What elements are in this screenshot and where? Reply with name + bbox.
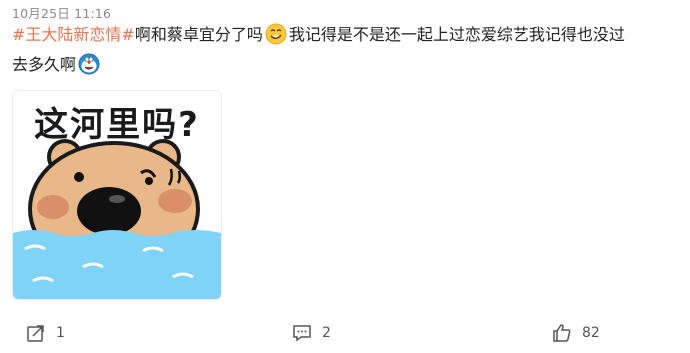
comment-count: 2 [322, 325, 331, 341]
action-bar: 1 2 82 [0, 318, 690, 348]
like-count: 82 [582, 325, 600, 341]
comment-button[interactable]: 2 [292, 318, 331, 348]
post-text: #王大陆新恋情#啊和蔡卓宜分了吗 我记得是不是还一起上过恋爱综艺我记得也没过 去多… [12, 20, 682, 80]
like-button[interactable]: 82 [552, 318, 600, 348]
doraemon-emoji-icon [78, 53, 100, 75]
grinning-smirk-emoji-icon [265, 23, 287, 45]
hashtag-link[interactable]: #王大陆新恋情# [12, 25, 135, 44]
repost-button[interactable]: 1 [26, 318, 65, 348]
comment-icon [292, 323, 312, 343]
sticker-caption: 这河里吗? [34, 105, 200, 145]
post-text-segment-2: 我记得是不是还一起上过恋爱综艺我记得也没过 [288, 25, 625, 44]
thumbs-up-icon [552, 323, 572, 343]
bear-in-water-sticker[interactable]: 这河里吗? [12, 90, 222, 300]
post-text-segment-1: 啊和蔡卓宜分了吗 [134, 25, 263, 44]
repost-icon [26, 323, 46, 343]
repost-count: 1 [56, 325, 65, 341]
post-text-segment-3: 去多久啊 [12, 55, 77, 74]
